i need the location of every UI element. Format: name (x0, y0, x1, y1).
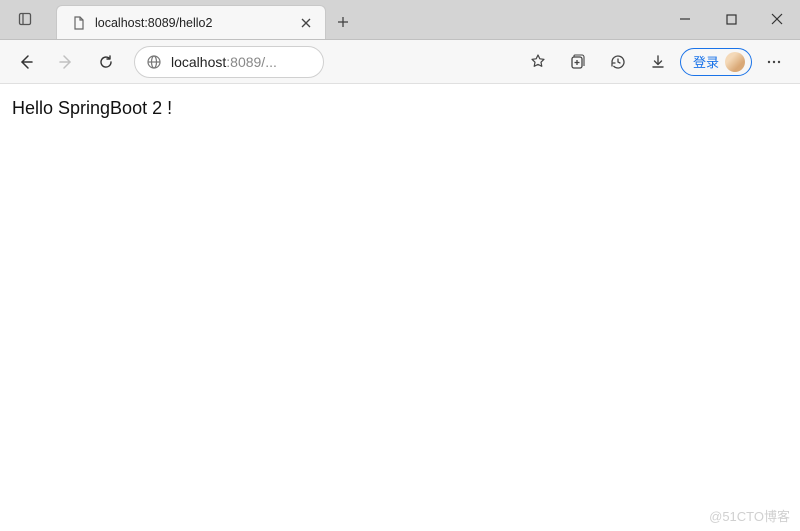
globe-icon (145, 53, 163, 71)
login-label: 登录 (693, 52, 719, 71)
refresh-icon (97, 53, 115, 71)
address-text: localhost:8089/... (171, 54, 277, 70)
browser-toolbar: localhost:8089/... 登录 (0, 40, 800, 84)
maximize-icon (726, 14, 737, 25)
minimize-button[interactable] (662, 0, 708, 39)
close-icon (771, 13, 783, 25)
window-titlebar: localhost:8089/hello2 (0, 0, 800, 40)
tab-close-button[interactable] (297, 14, 315, 32)
collections-button[interactable] (560, 44, 596, 80)
arrow-left-icon (17, 53, 35, 71)
tab-actions-icon (18, 11, 34, 27)
tab-actions-button[interactable] (0, 0, 52, 39)
login-button[interactable]: 登录 (680, 48, 752, 76)
history-button[interactable] (600, 44, 636, 80)
address-bar[interactable]: localhost:8089/... (134, 46, 324, 78)
minimize-icon (679, 13, 691, 25)
page-icon (71, 15, 87, 31)
more-menu-button[interactable] (756, 44, 792, 80)
arrow-right-icon (57, 53, 75, 71)
star-plus-icon (529, 53, 547, 71)
forward-button[interactable] (48, 44, 84, 80)
tab-title: localhost:8089/hello2 (95, 16, 289, 30)
window-controls (662, 0, 800, 39)
more-horizontal-icon (765, 53, 783, 71)
address-host: localhost (171, 54, 226, 70)
downloads-button[interactable] (640, 44, 676, 80)
close-icon (301, 18, 311, 28)
refresh-button[interactable] (88, 44, 124, 80)
tabs-area: localhost:8089/hello2 (52, 0, 662, 39)
maximize-button[interactable] (708, 0, 754, 39)
address-path: :8089/... (226, 54, 277, 70)
history-icon (609, 53, 627, 71)
download-icon (649, 53, 667, 71)
back-button[interactable] (8, 44, 44, 80)
page-body-text: Hello SpringBoot 2 ! (12, 98, 788, 119)
new-tab-button[interactable] (326, 5, 360, 39)
page-content: Hello SpringBoot 2 ! (0, 84, 800, 133)
avatar (725, 52, 745, 72)
close-window-button[interactable] (754, 0, 800, 39)
browser-tab[interactable]: localhost:8089/hello2 (56, 5, 326, 39)
plus-icon (336, 15, 350, 29)
favorites-button[interactable] (520, 44, 556, 80)
watermark: @51CTO博客 (709, 506, 790, 525)
collections-icon (569, 53, 587, 71)
